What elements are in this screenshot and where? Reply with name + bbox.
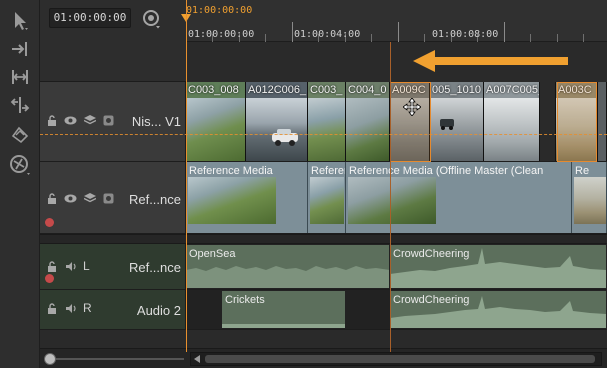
clip-label: A007C005_ bbox=[486, 84, 540, 96]
tool-bar bbox=[0, 0, 40, 368]
clip-label: 005_1010 bbox=[432, 84, 481, 96]
clip-label: C004_0 bbox=[348, 84, 387, 96]
clip-label: Re bbox=[575, 165, 590, 177]
clip-label: A003C bbox=[558, 84, 592, 96]
clip-label: CrowdCheering bbox=[393, 248, 470, 260]
record-indicator-icon bbox=[45, 274, 54, 283]
lock-icon[interactable] bbox=[45, 114, 58, 126]
clip-label: CrowdCheering bbox=[393, 294, 470, 306]
video-clip[interactable]: A003C bbox=[556, 82, 598, 161]
clip-label: OpenSea bbox=[189, 248, 236, 260]
snap-icon[interactable] bbox=[141, 8, 163, 30]
arrow-pointer-icon[interactable] bbox=[6, 8, 34, 34]
video-clip[interactable]: C003_ bbox=[308, 82, 346, 161]
reference-clip[interactable]: Reference Media bbox=[186, 162, 308, 233]
video-clip-gap bbox=[540, 82, 556, 161]
track-name-audio-1[interactable]: Ref...nce bbox=[129, 260, 181, 275]
clip-label: C003_ bbox=[310, 84, 343, 96]
track-name-audio-2[interactable]: Audio 2 bbox=[137, 303, 181, 318]
speaker-icon[interactable] bbox=[64, 302, 77, 314]
eye-icon[interactable] bbox=[64, 114, 77, 126]
track-name-reference[interactable]: Ref...nce bbox=[129, 192, 181, 207]
video-clip[interactable]: C004_0 bbox=[346, 82, 390, 161]
channel-selector[interactable]: L bbox=[83, 259, 90, 273]
track-header-audio-2[interactable]: R Audio 2 bbox=[40, 290, 186, 330]
scrollbar-thumb[interactable] bbox=[205, 355, 595, 363]
lock-icon[interactable] bbox=[45, 192, 58, 204]
ruler-tick bbox=[530, 34, 531, 42]
video-clip[interactable]: A007C005_ bbox=[484, 82, 540, 161]
blend-mode-icon[interactable] bbox=[102, 114, 115, 126]
audio-clip[interactable]: OpenSea bbox=[186, 245, 390, 288]
record-indicator-icon bbox=[45, 218, 54, 227]
channel-selector[interactable]: R bbox=[83, 301, 92, 315]
ruler-tick bbox=[398, 22, 399, 42]
clip-label: Reference bbox=[311, 165, 345, 177]
track-name-v1[interactable]: Nis... V1 bbox=[132, 114, 181, 129]
clip-label: Reference Media (Offline Master (Clean bbox=[349, 165, 544, 177]
video-clip[interactable]: 005_1010 bbox=[430, 82, 484, 161]
reference-clip[interactable]: Reference Media (Offline Master (Clean bbox=[346, 162, 572, 233]
clip-label: Crickets bbox=[225, 294, 265, 306]
reference-clip[interactable]: Reference bbox=[308, 162, 346, 233]
timeline-scroll-bar[interactable] bbox=[40, 348, 607, 368]
slip-icon[interactable] bbox=[6, 92, 34, 118]
slide-icon[interactable] bbox=[6, 120, 34, 146]
playhead-handle[interactable] bbox=[181, 14, 191, 22]
ruler-tick bbox=[504, 22, 505, 42]
playhead-timecode: 01:00:00:00 bbox=[186, 5, 253, 16]
track-select-icon[interactable] bbox=[6, 36, 34, 62]
lock-icon[interactable] bbox=[45, 260, 58, 272]
track-reference[interactable]: Reference Media Reference Reference Medi… bbox=[186, 162, 607, 234]
blend-mode-icon[interactable] bbox=[102, 192, 115, 204]
eye-icon[interactable] bbox=[64, 192, 77, 204]
ruler-tick bbox=[265, 34, 266, 42]
audio-clip[interactable]: CrowdCheering bbox=[390, 291, 607, 328]
track-header-reference[interactable]: Ref...nce bbox=[40, 162, 186, 234]
move-cursor-icon bbox=[403, 98, 421, 116]
layers-icon[interactable] bbox=[83, 192, 96, 204]
zoom-slider-handle[interactable] bbox=[44, 353, 56, 365]
ruler-tick bbox=[424, 34, 425, 42]
timeline-empty-area bbox=[40, 330, 607, 348]
timecode-display[interactable]: 01:00:00:00 bbox=[49, 8, 131, 28]
timeline-header: 01:00:00:00 bbox=[40, 0, 186, 82]
drag-guide-line bbox=[40, 134, 607, 135]
video-clip-dragged[interactable]: A009C bbox=[390, 82, 430, 161]
ripple-icon[interactable] bbox=[6, 64, 34, 90]
speaker-icon[interactable] bbox=[64, 260, 77, 272]
razor-icon[interactable] bbox=[6, 152, 34, 178]
ruler-tick bbox=[557, 34, 558, 42]
clip-label: C003_008 bbox=[188, 84, 239, 96]
clip-label: Reference Media bbox=[189, 165, 273, 177]
scroll-left-icon[interactable] bbox=[194, 355, 200, 363]
ruler-tick bbox=[292, 22, 293, 42]
track-audio-2[interactable]: Crickets CrowdCheering bbox=[186, 290, 607, 330]
zoom-slider[interactable] bbox=[44, 353, 184, 365]
audio-clip[interactable]: Crickets bbox=[222, 291, 346, 328]
track-header-v1[interactable]: Nis... V1 bbox=[40, 82, 186, 162]
audio-clip[interactable]: CrowdCheering bbox=[390, 245, 607, 288]
ruler-label: 01:00:00:00 bbox=[188, 29, 255, 40]
track-audio-1[interactable]: OpenSea CrowdCheering bbox=[186, 244, 607, 290]
layers-icon[interactable] bbox=[83, 114, 96, 126]
track-v1[interactable]: C003_008 A012C006_ C003_ C004_0 A009C 00… bbox=[186, 82, 607, 162]
track-header-audio-1[interactable]: L Ref...nce bbox=[40, 244, 186, 290]
lock-icon[interactable] bbox=[45, 302, 58, 314]
time-ruler[interactable]: 01:00:00:00 01:00:00:00 01:00:04:00 01:0… bbox=[181, 0, 607, 42]
ruler-tick bbox=[583, 34, 584, 42]
video-audio-divider[interactable] bbox=[40, 234, 607, 244]
clip-label: A009C bbox=[392, 84, 426, 96]
ruler-tick bbox=[186, 22, 187, 42]
video-clip[interactable]: C003_008 bbox=[186, 82, 246, 161]
ruler-label: 01:00:08:00 bbox=[432, 29, 499, 40]
drag-direction-arrow-icon bbox=[413, 50, 568, 72]
reference-clip[interactable]: Re bbox=[572, 162, 607, 233]
clip-label: A012C006_ bbox=[248, 84, 307, 96]
ruler-label: 01:00:04:00 bbox=[294, 29, 361, 40]
horizontal-scrollbar[interactable] bbox=[190, 352, 602, 366]
ruler-tick bbox=[371, 34, 372, 42]
video-clip[interactable] bbox=[598, 82, 607, 161]
video-clip[interactable]: A012C006_ bbox=[246, 82, 308, 161]
